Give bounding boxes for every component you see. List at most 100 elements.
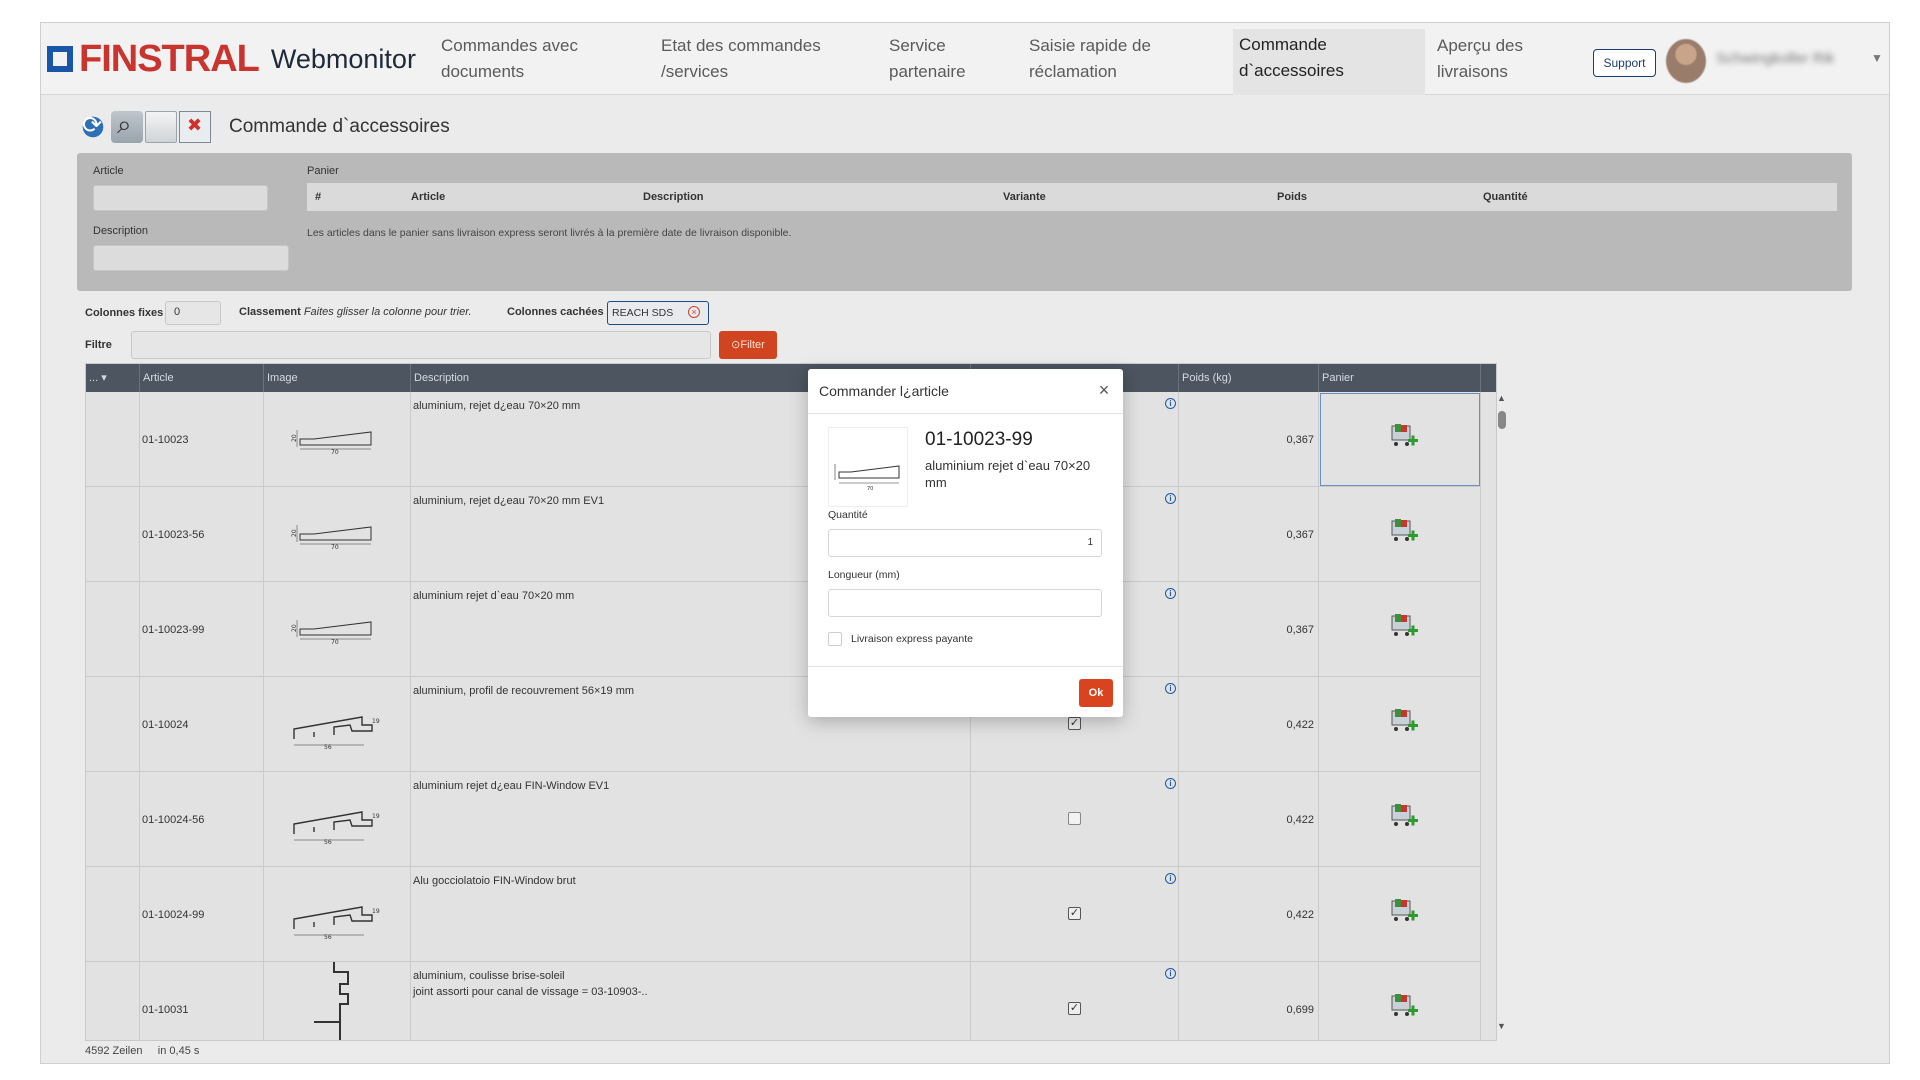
row-poids-cell: 0,422 bbox=[1179, 677, 1319, 772]
row-poids: 0,422 bbox=[1286, 814, 1314, 826]
info-icon[interactable]: i bbox=[1165, 493, 1176, 504]
finstral-logo[interactable]: FINSTRAL Webmonitor bbox=[47, 38, 416, 80]
grid-col-poids[interactable]: Poids (kg) bbox=[1179, 364, 1319, 392]
express-delivery-checkbox[interactable] bbox=[828, 632, 842, 646]
table-row[interactable]: 01-10023-56 70 20 aluminium, rejet d¿eau 70… bbox=[86, 487, 1481, 582]
svg-text:70: 70 bbox=[867, 486, 873, 492]
row-checkbox[interactable]: ✓ bbox=[1068, 717, 1081, 730]
search-icon[interactable] bbox=[111, 109, 143, 143]
filter-button[interactable]: ⊙Filter bbox=[719, 331, 777, 359]
info-icon[interactable]: i bbox=[1165, 588, 1176, 599]
row-select-cell[interactable] bbox=[86, 392, 140, 487]
svg-text:56: 56 bbox=[324, 934, 332, 941]
info-icon[interactable]: i bbox=[1165, 778, 1176, 789]
row-article-cell: 01-10023-56 bbox=[140, 487, 264, 582]
ok-button[interactable]: Ok bbox=[1079, 679, 1113, 707]
cart-col-poids[interactable]: Poids bbox=[1277, 191, 1483, 203]
row-select-cell[interactable] bbox=[86, 962, 140, 1040]
add-to-cart-icon[interactable] bbox=[1389, 707, 1419, 737]
article-search-input[interactable] bbox=[93, 185, 268, 211]
row-cart-cell[interactable] bbox=[1319, 772, 1481, 867]
grid-col-panier[interactable]: Panier bbox=[1319, 364, 1481, 392]
row-select-cell[interactable] bbox=[86, 487, 140, 582]
add-to-cart-icon[interactable] bbox=[1389, 612, 1419, 642]
length-input[interactable] bbox=[828, 589, 1102, 617]
row-select-cell[interactable] bbox=[86, 772, 140, 867]
remove-tag-icon[interactable]: × bbox=[688, 306, 700, 318]
svg-text:20: 20 bbox=[291, 529, 298, 537]
cart-col-quantite[interactable]: Quantité bbox=[1483, 191, 1683, 203]
row-image-cell bbox=[264, 962, 411, 1040]
row-cart-cell[interactable] bbox=[1319, 962, 1481, 1040]
filter-input[interactable] bbox=[131, 331, 711, 359]
chevron-down-icon[interactable]: ▼ bbox=[1871, 51, 1883, 65]
table-row[interactable]: 01-10031 aluminium, coulisse brise-soleil… bbox=[86, 962, 1481, 1040]
row-article-cell: 01-10024-99 bbox=[140, 867, 264, 962]
add-to-cart-icon[interactable] bbox=[1389, 992, 1419, 1022]
user-name[interactable]: Schwingkoller Rik bbox=[1716, 50, 1856, 68]
nav-commande-accessoires[interactable]: Commande d`accessoires bbox=[1233, 29, 1425, 95]
cart-col-description[interactable]: Description bbox=[643, 191, 1003, 203]
add-to-cart-icon[interactable] bbox=[1389, 422, 1419, 452]
refresh-icon[interactable] bbox=[77, 111, 109, 143]
grid-col-image[interactable]: Image bbox=[264, 364, 411, 392]
table-row[interactable]: 01-10024 56 19 aluminium, profil de recouvr… bbox=[86, 677, 1481, 772]
row-select-cell[interactable] bbox=[86, 582, 140, 677]
description-search-input[interactable] bbox=[93, 245, 289, 271]
cart-col-variante[interactable]: Variante bbox=[1003, 191, 1277, 203]
nav-service-partenaire[interactable]: Service partenaire bbox=[889, 33, 989, 89]
grid-header: ... ▾ Article Image Description Poids (k… bbox=[86, 364, 1496, 392]
table-row[interactable]: 01-10023-99 70 20 aluminium rejet d`eau 70×… bbox=[86, 582, 1481, 677]
cart-col-number[interactable]: # bbox=[307, 191, 411, 203]
row-checkbox[interactable] bbox=[1068, 812, 1081, 825]
dialog-title: Commander l¿article bbox=[808, 369, 1123, 414]
add-to-cart-icon[interactable] bbox=[1389, 802, 1419, 832]
nav-etat-des-commandes[interactable]: Etat des commandes /services bbox=[661, 33, 831, 89]
nav-commandes-avec-documents[interactable]: Commandes avec documents bbox=[441, 33, 601, 89]
logo-brand: FINSTRAL bbox=[79, 38, 260, 80]
grid-col-article[interactable]: Article bbox=[140, 364, 264, 392]
row-cart-cell[interactable] bbox=[1319, 487, 1481, 582]
quantity-input[interactable]: 1 bbox=[828, 529, 1102, 557]
row-description: aluminium rejet d`eau 70×20 mm bbox=[413, 590, 575, 602]
table-row[interactable]: 01-10023 70 20 aluminium, rejet d¿eau 70×20… bbox=[86, 392, 1481, 487]
hidden-column-tag[interactable]: REACH SDS × bbox=[607, 301, 709, 325]
scroll-thumb[interactable] bbox=[1498, 411, 1506, 429]
row-article-cell: 01-10024-56 bbox=[140, 772, 264, 867]
cart-col-article[interactable]: Article bbox=[411, 191, 643, 203]
nav-saisie-rapide[interactable]: Saisie rapide de réclamation bbox=[1029, 33, 1179, 89]
info-icon[interactable]: i bbox=[1165, 873, 1176, 884]
fixed-columns-input[interactable]: 0 bbox=[165, 301, 221, 325]
support-button[interactable]: Support bbox=[1593, 49, 1656, 77]
row-cart-cell[interactable] bbox=[1319, 392, 1481, 487]
add-to-cart-icon[interactable] bbox=[1389, 517, 1419, 547]
grid-scrollbar[interactable]: ▲ ▼ bbox=[1495, 393, 1509, 1043]
avatar[interactable] bbox=[1666, 39, 1706, 83]
table-row[interactable]: 01-10024-56 56 19 aluminium rejet d¿eau FIN… bbox=[86, 772, 1481, 867]
delete-icon[interactable] bbox=[179, 111, 211, 143]
row-cart-cell[interactable] bbox=[1319, 677, 1481, 772]
page-title: Commande d`accessoires bbox=[229, 116, 450, 137]
logo-product: Webmonitor bbox=[270, 44, 416, 74]
svg-text:56: 56 bbox=[324, 744, 332, 751]
info-icon[interactable]: i bbox=[1165, 968, 1176, 979]
info-icon[interactable]: i bbox=[1165, 398, 1176, 409]
row-select-cell[interactable] bbox=[86, 867, 140, 962]
scroll-down-icon[interactable]: ▼ bbox=[1497, 1021, 1506, 1031]
hidden-columns-label: Colonnes cachées bbox=[507, 306, 604, 318]
table-row[interactable]: 01-10024-99 56 19 Alu gocciolatoio FIN-Wind… bbox=[86, 867, 1481, 962]
row-article: 01-10031 bbox=[142, 1004, 189, 1016]
row-select-cell[interactable] bbox=[86, 677, 140, 772]
row-cart-cell[interactable] bbox=[1319, 867, 1481, 962]
row-cart-cell[interactable] bbox=[1319, 582, 1481, 677]
nav-apercu-livraisons[interactable]: Aperçu des livraisons bbox=[1437, 33, 1567, 89]
scroll-up-icon[interactable]: ▲ bbox=[1497, 393, 1506, 403]
close-icon[interactable]: × bbox=[1095, 381, 1113, 399]
info-icon[interactable]: i bbox=[1165, 683, 1176, 694]
grid-col-menu[interactable]: ... ▾ bbox=[86, 364, 140, 392]
row-checkbox[interactable]: ✓ bbox=[1068, 1002, 1081, 1015]
copy-icon[interactable] bbox=[145, 111, 177, 143]
fixed-columns-label: Colonnes fixes bbox=[85, 307, 164, 319]
add-to-cart-icon[interactable] bbox=[1389, 897, 1419, 927]
row-checkbox[interactable]: ✓ bbox=[1068, 907, 1081, 920]
